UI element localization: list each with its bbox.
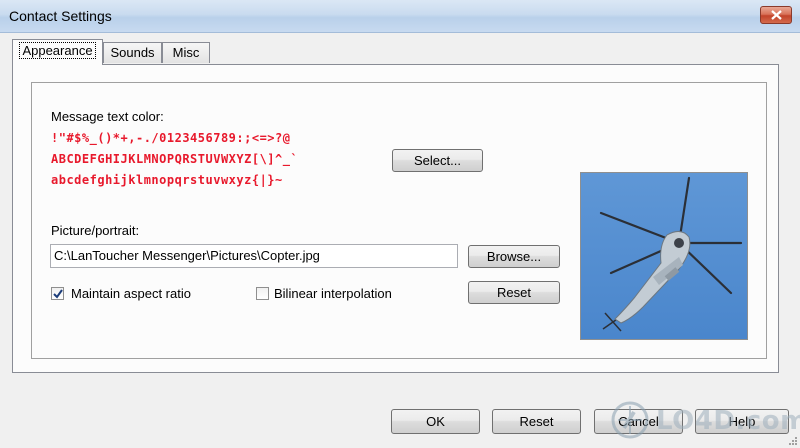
bilinear-checkbox[interactable] bbox=[256, 287, 269, 300]
ok-button[interactable]: OK bbox=[391, 409, 480, 434]
watermark-text: LO4D.com bbox=[656, 406, 800, 436]
maintain-aspect-checkbox[interactable] bbox=[51, 287, 64, 300]
title-bar: Contact Settings bbox=[0, 0, 800, 33]
browse-button[interactable]: Browse... bbox=[468, 245, 560, 268]
select-color-button[interactable]: Select... bbox=[392, 149, 483, 172]
portrait-preview bbox=[580, 172, 748, 340]
resize-grip-icon[interactable] bbox=[788, 436, 798, 446]
tab-sounds[interactable]: Sounds bbox=[103, 42, 162, 63]
picture-path-input[interactable]: C:\LanToucher Messenger\Pictures\Copter.… bbox=[50, 244, 458, 268]
watermark: LO4D.com bbox=[606, 398, 800, 442]
message-color-label: Message text color: bbox=[51, 109, 164, 124]
bilinear-label[interactable]: Bilinear interpolation bbox=[274, 286, 392, 301]
reset-button[interactable]: Reset bbox=[492, 409, 581, 434]
tab-sounds-label: Sounds bbox=[110, 45, 155, 60]
picture-label: Picture/portrait: bbox=[51, 223, 140, 238]
reset-picture-button[interactable]: Reset bbox=[468, 281, 560, 304]
maintain-aspect-label[interactable]: Maintain aspect ratio bbox=[71, 286, 191, 301]
close-button[interactable] bbox=[760, 6, 792, 24]
window-title: Contact Settings bbox=[9, 8, 112, 24]
tab-misc-label: Misc bbox=[172, 45, 200, 60]
tab-appearance[interactable]: Appearance bbox=[12, 39, 103, 65]
close-icon bbox=[771, 10, 782, 20]
tab-misc[interactable]: Misc bbox=[162, 42, 210, 63]
tab-appearance-label: Appearance bbox=[19, 42, 96, 59]
color-preview-line-1: !"#$%_()*+,-./0123456789:;<=>?@ bbox=[51, 131, 291, 145]
color-preview-line-3: abcdefghijklmnopqrstuvwxyz{|}~ bbox=[51, 173, 283, 187]
helicopter-photo-icon bbox=[581, 173, 747, 339]
color-preview-line-2: ABCDEFGHIJKLMNOPQRSTUVWXYZ[\]^_` bbox=[51, 152, 299, 166]
globe-logo-icon bbox=[611, 401, 649, 439]
checkmark-icon bbox=[53, 289, 63, 299]
